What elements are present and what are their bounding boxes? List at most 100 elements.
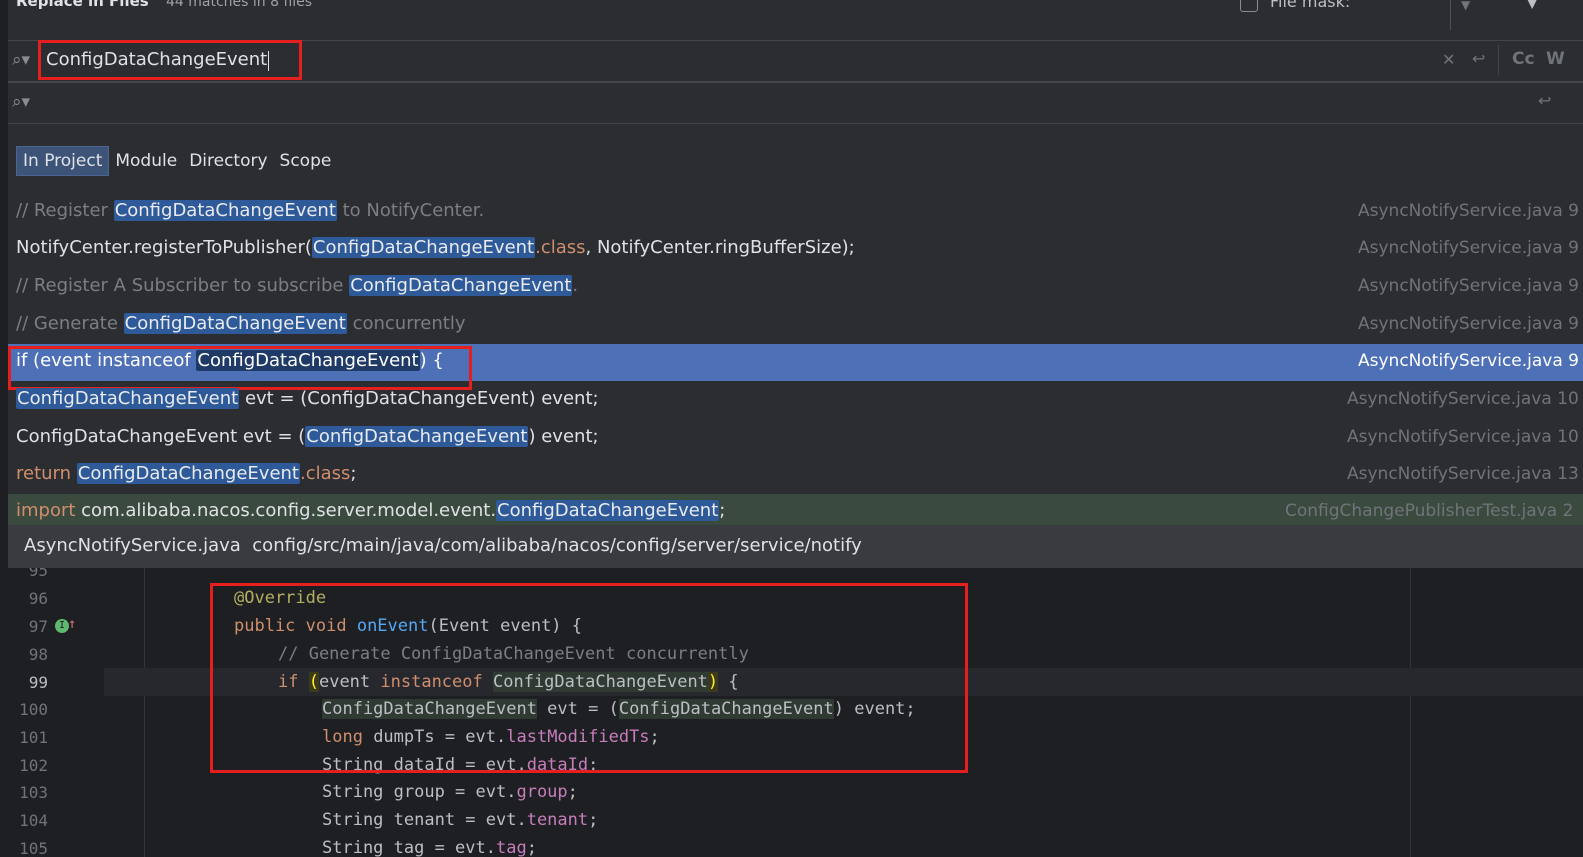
result-match: ConfigDataChangeEvent [76, 463, 300, 484]
result-suffix: ; [719, 500, 726, 521]
result-suffix: . [572, 275, 579, 296]
tab-scope[interactable]: Scope [274, 147, 338, 175]
replace-field-row: ⌕▾ ↩ [8, 82, 1583, 124]
field-name: tenant [526, 810, 589, 830]
field-name: group [516, 782, 568, 802]
dialog-title: Replace in Files [16, 0, 149, 10]
code-text: ; [588, 810, 599, 830]
line-number: 97 [28, 617, 48, 636]
line-number: 99 [28, 673, 48, 692]
file-mask-separator [1450, 0, 1451, 30]
go-to-super-arrow-icon[interactable]: ↑ [68, 616, 76, 632]
result-row[interactable]: // Register A Subscriber to subscribe Co… [8, 269, 1583, 306]
filter-icon[interactable]: ▼ [1526, 0, 1538, 11]
code-text: ; [567, 782, 578, 802]
result-match: ConfigDataChangeEvent [311, 237, 536, 258]
result-prefix: NotifyCenter.registerToPublisher( [16, 237, 312, 258]
match-count: 44 matches in 8 files [166, 0, 313, 10]
result-prefix: com.alibaba.nacos.config.server.model.ev… [81, 500, 497, 521]
words-toggle[interactable]: W [1546, 49, 1565, 69]
result-match: ConfigDataChangeEvent [349, 275, 573, 296]
code-highlight-box [210, 583, 968, 773]
line-number: 95 [28, 568, 48, 580]
dialog-header: Replace in Files 44 matches in 8 files F… [8, 0, 1583, 40]
result-file: AsyncNotifyService.java 10 [1347, 427, 1579, 447]
tab-in-project[interactable]: In Project [16, 146, 110, 176]
scope-tabs: In Project Module Directory Scope [16, 145, 337, 177]
find-input[interactable]: ConfigDataChangeEvent [46, 49, 270, 71]
result-file: ConfigChangePublisherTest.java 2 [1285, 501, 1574, 521]
result-keyword-prefix: import [16, 500, 82, 521]
code-text: String group = evt. [322, 782, 517, 802]
line-number: 104 [19, 811, 48, 830]
result-file: AsyncNotifyService.java 13 [1347, 464, 1579, 484]
result-suffix: to NotifyCenter. [336, 200, 485, 221]
code-text: String tenant = evt. [322, 810, 527, 830]
result-match: ConfigDataChangeEvent [496, 500, 720, 521]
toolbar-divider [1498, 45, 1499, 75]
result-keyword: .class [299, 463, 351, 484]
result-match: ConfigDataChangeEvent [305, 426, 529, 447]
find-field-row: ⌕▾ ConfigDataChangeEvent ✕ ↩ Cc W [8, 40, 1583, 82]
code-line-103: String group = evt.group; [322, 782, 578, 802]
text-caret [268, 50, 270, 71]
line-number: 105 [19, 839, 48, 857]
line-number-gutter: 95 96 97 98 99 100 101 102 103 104 105 I… [8, 568, 104, 857]
line-number: 96 [28, 589, 48, 608]
result-suffix: ; [350, 463, 357, 484]
result-prefix: ConfigDataChangeEvent evt = ( [16, 426, 306, 447]
result-match: ConfigDataChangeEvent [16, 388, 240, 409]
new-line-icon[interactable]: ↩ [1472, 49, 1485, 68]
result-keyword-prefix: return [16, 463, 77, 484]
match-case-toggle[interactable]: Cc [1512, 49, 1535, 69]
tab-module[interactable]: Module [109, 147, 183, 175]
line-number: 102 [19, 756, 48, 775]
result-match: ConfigDataChangeEvent [113, 200, 337, 221]
result-row[interactable]: NotifyCenter.registerToPublisher(ConfigD… [8, 231, 1583, 268]
result-keyword: .class [535, 237, 586, 258]
preview-path-bar: AsyncNotifyService.java config/src/main/… [8, 525, 1583, 568]
left-edge-strip [0, 0, 8, 857]
result-prefix: // Register A Subscriber to subscribe [16, 275, 350, 296]
replace-history-icon[interactable]: ⌕▾ [12, 92, 30, 112]
result-suffix: evt = (ConfigDataChangeEvent) event; [239, 388, 599, 409]
replace-input[interactable] [46, 91, 1426, 113]
result-prefix: // Register [16, 200, 114, 221]
file-mask-dropdown-icon[interactable]: ▼ [1461, 0, 1470, 12]
result-suffix: ) event; [528, 426, 599, 447]
result-file: AsyncNotifyService.java 10 [1347, 389, 1579, 409]
right-margin-guide [1410, 568, 1411, 857]
field-name: tag [496, 838, 527, 857]
result-row[interactable]: ConfigDataChangeEvent evt = (ConfigDataC… [8, 382, 1583, 419]
result-row[interactable]: // Register ConfigDataChangeEvent to Not… [8, 194, 1583, 231]
indent-guide [144, 568, 145, 857]
result-file: AsyncNotifyService.java 9 [1358, 351, 1579, 371]
clear-icon[interactable]: ✕ [1442, 50, 1455, 69]
result-file: AsyncNotifyService.java 9 [1358, 314, 1579, 334]
result-file: AsyncNotifyService.java 9 [1358, 276, 1579, 296]
result-row-selected[interactable]: if (event instanceof ConfigDataChangeEve… [8, 344, 1583, 390]
result-file: AsyncNotifyService.java 9 [1358, 238, 1579, 258]
code-text: String tag = evt. [322, 838, 496, 857]
line-number: 103 [19, 783, 48, 802]
search-history-icon[interactable]: ⌕▾ [12, 50, 30, 70]
result-row[interactable]: ConfigDataChangeEvent evt = (ConfigDataC… [8, 420, 1583, 457]
code-text: ; [526, 838, 537, 857]
result-file: AsyncNotifyService.java 9 [1358, 201, 1579, 221]
code-line-104: String tenant = evt.tenant; [322, 810, 598, 830]
result-row[interactable]: // Generate ConfigDataChangeEvent concur… [8, 307, 1583, 344]
code-line-105: String tag = evt.tag; [322, 838, 537, 857]
line-number: 100 [19, 700, 48, 719]
file-mask-checkbox[interactable] [1240, 0, 1258, 12]
tab-directory[interactable]: Directory [183, 147, 273, 175]
result-prefix: // Generate [16, 313, 124, 334]
file-mask-label: File mask: [1270, 0, 1351, 11]
result-match: ConfigDataChangeEvent [123, 313, 347, 334]
line-number: 98 [28, 645, 48, 664]
preview-file-name: AsyncNotifyService.java [24, 535, 241, 556]
code-preview[interactable]: 95 96 97 98 99 100 101 102 103 104 105 I… [8, 568, 1583, 857]
implements-method-icon[interactable]: I [55, 619, 69, 633]
preview-file-path: config/src/main/java/com/alibaba/nacos/c… [252, 535, 862, 556]
replace-new-line-icon[interactable]: ↩ [1538, 91, 1551, 110]
result-row[interactable]: return ConfigDataChangeEvent.class; Asyn… [8, 457, 1583, 494]
